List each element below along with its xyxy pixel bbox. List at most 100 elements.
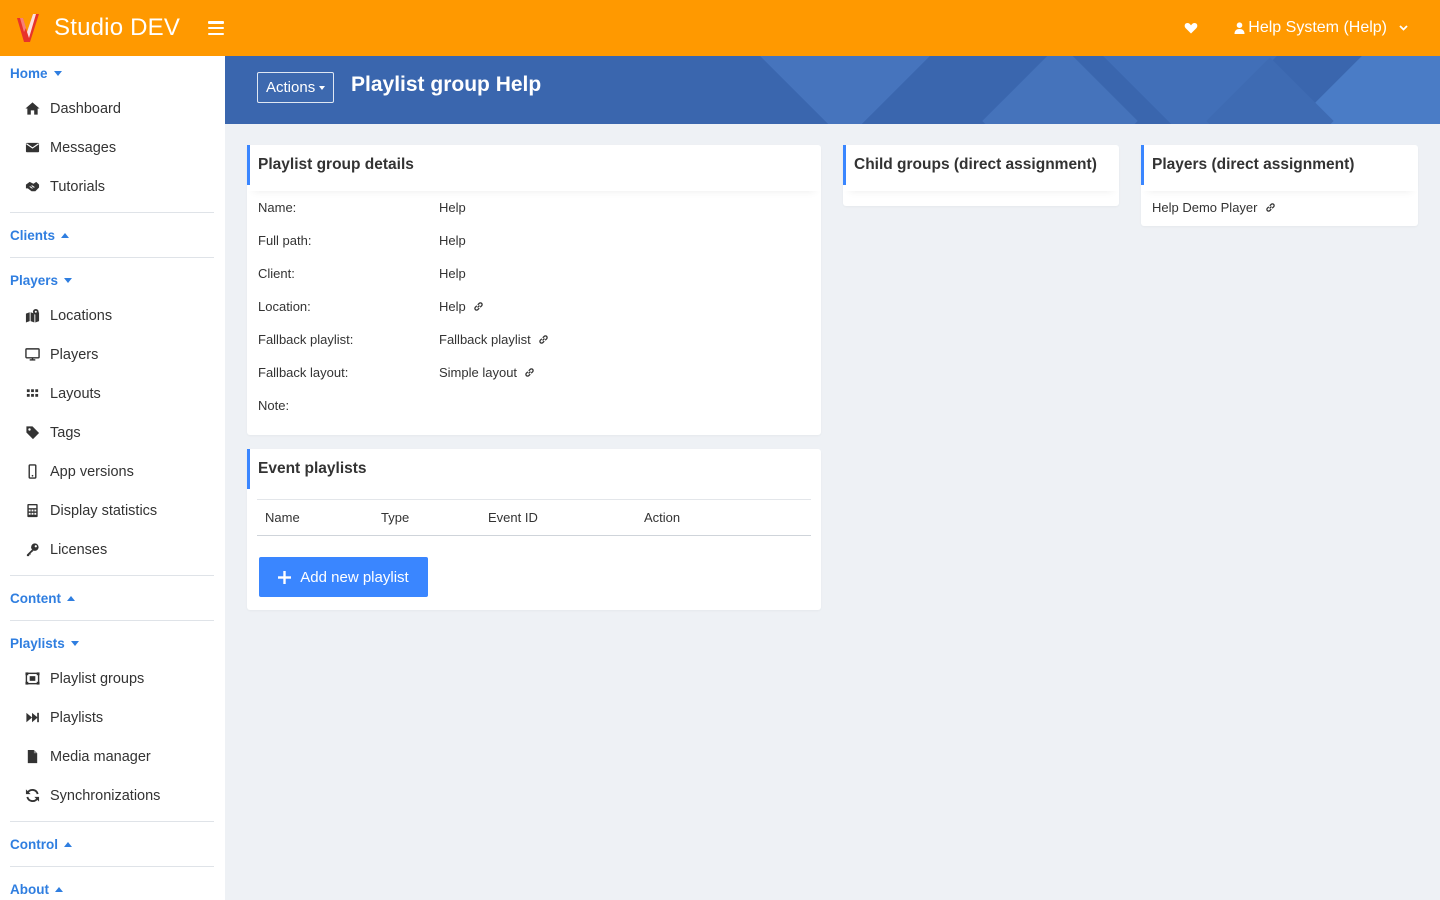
plus-icon xyxy=(278,570,292,584)
fast-forward-icon xyxy=(23,710,41,726)
sidebar-item-media-manager[interactable]: Media manager xyxy=(0,737,225,776)
caret-up-icon xyxy=(61,232,70,238)
sidebar-item-messages[interactable]: Messages xyxy=(0,128,225,167)
caret-up-icon xyxy=(54,886,63,892)
sidebar-item-tutorials[interactable]: Tutorials xyxy=(0,167,225,206)
sidebar-section-players[interactable]: Players xyxy=(0,264,225,296)
column-header-action: Action xyxy=(644,510,681,525)
heart-icon[interactable] xyxy=(1184,21,1198,35)
caret-down-icon xyxy=(64,277,73,283)
add-new-playlist-button[interactable]: Add new playlist xyxy=(259,557,428,597)
sidebar-item-players[interactable]: Players xyxy=(0,335,225,374)
sidebar-section-control[interactable]: Control xyxy=(0,828,225,860)
sidebar-item-playlist-groups[interactable]: Playlist groups xyxy=(0,659,225,698)
location-link[interactable]: Help xyxy=(439,299,466,314)
sidebar: Home Dashboard Messages Tutorials Client… xyxy=(0,56,225,900)
section-label: Content xyxy=(10,590,61,606)
actions-dropdown-button[interactable]: Actions xyxy=(257,72,335,103)
details-key: Full path: xyxy=(258,233,312,248)
desktop-icon xyxy=(23,347,41,363)
card-title: Child groups (direct assignment) xyxy=(843,145,1119,185)
column-header-type[interactable]: Type xyxy=(381,510,488,525)
handshake-icon xyxy=(23,179,41,195)
column-header-event-id[interactable]: Event ID xyxy=(488,510,644,525)
sidebar-item-label: Tutorials xyxy=(50,178,106,195)
details-value: Help xyxy=(439,200,466,215)
user-menu[interactable]: Help System (Help) xyxy=(1234,19,1408,37)
sidebar-item-layouts[interactable]: Layouts xyxy=(0,374,225,413)
page-header: Actions Playlist group Help xyxy=(225,56,1440,124)
player-link[interactable]: Help Demo Player xyxy=(1152,200,1258,215)
sidebar-item-app-versions[interactable]: App versions xyxy=(0,452,225,491)
details-row: Full path: Help xyxy=(247,224,821,257)
sidebar-item-label: Display statistics xyxy=(50,502,158,519)
user-icon xyxy=(1234,22,1245,34)
card-title: Players (direct assignment) xyxy=(1141,145,1418,185)
divider xyxy=(10,212,214,213)
sidebar-item-label: Dashboard xyxy=(50,100,121,117)
divider xyxy=(10,866,214,867)
details-key: Name: xyxy=(258,200,297,215)
sidebar-item-label: Locations xyxy=(50,307,113,324)
home-icon xyxy=(23,101,41,117)
details-key: Client: xyxy=(258,266,295,281)
event-playlists-card: Event playlists Name Type Event ID Actio… xyxy=(247,449,821,610)
details-value: Help xyxy=(439,233,466,248)
sidebar-item-playlists[interactable]: Playlists xyxy=(0,698,225,737)
section-label: Players xyxy=(10,272,59,288)
player-row: Help Demo Player xyxy=(1141,191,1418,224)
divider xyxy=(10,257,214,258)
sidebar-item-dashboard[interactable]: Dashboard xyxy=(0,89,225,128)
hamburger-icon[interactable] xyxy=(208,21,225,35)
divider xyxy=(10,821,214,822)
app-title: Studio DEV xyxy=(54,14,181,41)
details-row: Fallback playlist: Fallback playlist xyxy=(247,323,821,356)
link-icon[interactable] xyxy=(524,367,535,378)
section-label: About xyxy=(10,881,49,897)
details-row: Client: Help xyxy=(247,257,821,290)
decorative-shape xyxy=(760,56,930,124)
section-label: Playlists xyxy=(10,635,65,651)
file-icon xyxy=(23,749,41,765)
link-icon[interactable] xyxy=(473,301,484,312)
brand[interactable]: Studio DEV xyxy=(0,0,180,56)
fallback-playlist-link[interactable]: Fallback playlist xyxy=(439,332,531,347)
details-value: Help xyxy=(439,266,466,281)
details-row: Fallback layout: Simple layout xyxy=(247,356,821,389)
divider xyxy=(10,620,214,621)
sidebar-item-label: Tags xyxy=(50,424,81,441)
link-icon[interactable] xyxy=(538,334,549,345)
caret-down-icon xyxy=(70,640,79,646)
sidebar-item-label: Playlists xyxy=(50,709,104,726)
sidebar-section-home[interactable]: Home xyxy=(0,57,225,89)
sidebar-item-display-statistics[interactable]: Display statistics xyxy=(0,491,225,530)
section-label: Home xyxy=(10,65,48,81)
column-header-name[interactable]: Name xyxy=(257,510,381,525)
sidebar-section-content[interactable]: Content xyxy=(0,582,225,614)
sidebar-item-licenses[interactable]: Licenses xyxy=(0,530,225,569)
map-marker-icon xyxy=(23,308,41,324)
actions-label: Actions xyxy=(266,79,316,96)
sidebar-section-about[interactable]: About xyxy=(0,873,225,900)
table-header: Name Type Event ID Action xyxy=(257,499,811,536)
sidebar-section-clients[interactable]: Clients xyxy=(0,219,225,251)
sidebar-item-tags[interactable]: Tags xyxy=(0,413,225,452)
sidebar-section-playlists[interactable]: Playlists xyxy=(0,627,225,659)
details-list: Name: Help Full path: Help Client: Help … xyxy=(247,191,821,422)
calculator-icon xyxy=(23,503,41,519)
sidebar-item-label: Licenses xyxy=(50,541,108,558)
link-icon[interactable] xyxy=(1265,202,1276,213)
sidebar-item-locations[interactable]: Locations xyxy=(0,296,225,335)
sidebar-item-label: Playlist groups xyxy=(50,670,145,687)
details-row: Location: Help xyxy=(247,290,821,323)
user-name: Help System (Help) xyxy=(1248,19,1387,36)
fallback-layout-link[interactable]: Simple layout xyxy=(439,365,517,380)
grid-icon xyxy=(23,386,41,402)
sidebar-item-label: Media manager xyxy=(50,748,151,765)
caret-up-icon xyxy=(64,841,72,847)
caret-down-icon xyxy=(319,85,326,90)
divider xyxy=(10,575,214,576)
details-key: Fallback playlist: xyxy=(258,332,354,347)
sidebar-item-synchronizations[interactable]: Synchronizations xyxy=(0,776,225,815)
top-navbar: Studio DEV Help System (Help) xyxy=(0,0,1440,56)
